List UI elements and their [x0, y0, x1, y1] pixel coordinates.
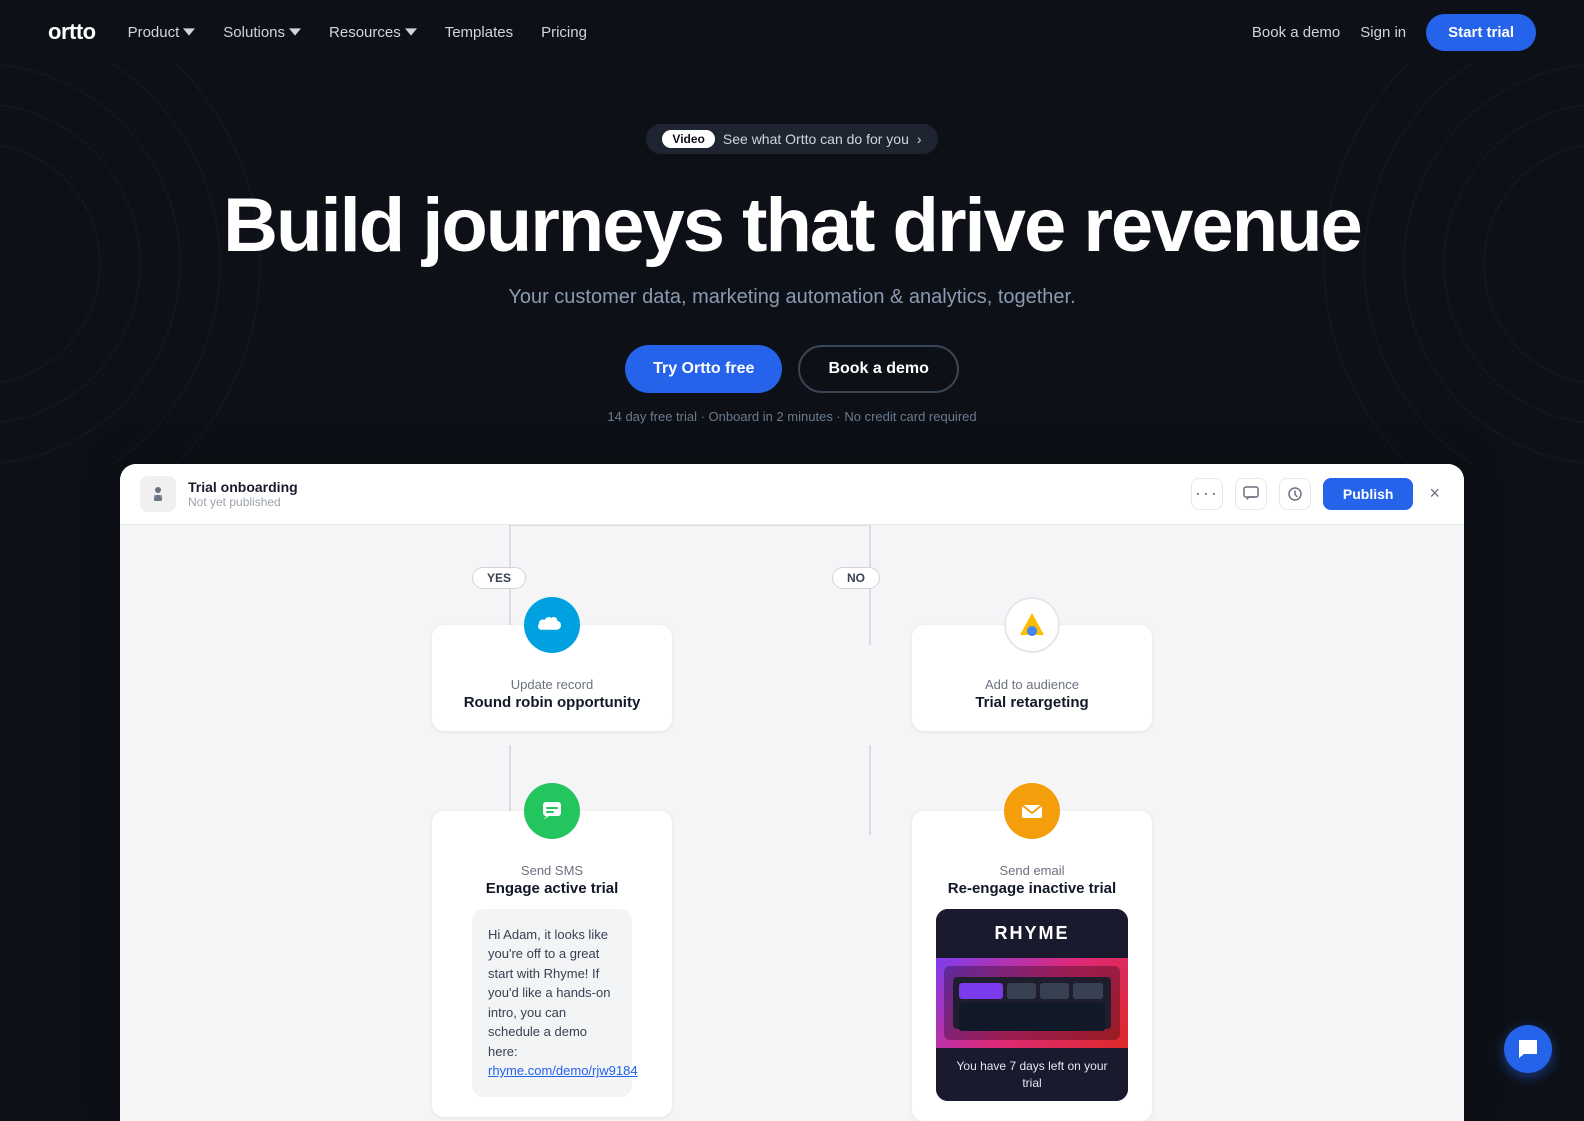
panel-header: Trial onboarding Not yet published ··· [120, 464, 1464, 525]
email-icon-wrap [1004, 783, 1060, 839]
sms-preview-text: Hi Adam, it looks like you're off to a g… [488, 927, 610, 1059]
comment-button[interactable] [1235, 478, 1267, 510]
google-ads-icon [1016, 609, 1048, 641]
journey-icon [148, 484, 168, 504]
flow-node-update-record: Update record Round robin opportunity [432, 625, 672, 731]
node-name: Engage active trial [456, 880, 648, 897]
node-name: Round robin opportunity [456, 694, 648, 711]
node-action-label: Send SMS [456, 863, 648, 878]
flow-node-send-sms: Send SMS Engage active trial Hi Adam, it… [432, 811, 672, 1121]
sign-in-link[interactable]: Sign in [1360, 24, 1406, 41]
video-badge-label: Video [662, 130, 714, 148]
node-name: Trial retargeting [936, 694, 1128, 711]
node-card-inner: Send SMS Engage active trial [456, 831, 648, 897]
journey-panel: Trial onboarding Not yet published ··· [120, 464, 1464, 1121]
flow-canvas: YES NO Update record Round robin opportu… [120, 525, 1464, 1121]
google-ads-icon-wrap [1004, 597, 1060, 653]
book-demo-link[interactable]: Book a demo [1252, 24, 1340, 41]
video-badge[interactable]: Video See what Ortto can do for you › [646, 124, 937, 154]
nav-link-pricing[interactable]: Pricing [541, 24, 587, 41]
branch-yes-label: YES [472, 567, 526, 589]
start-trial-button[interactable]: Start trial [1426, 14, 1536, 51]
panel-title: Trial onboarding [188, 479, 298, 495]
chat-button[interactable] [1504, 1025, 1552, 1073]
node-card-update-record[interactable]: Update record Round robin opportunity [432, 625, 672, 731]
sms-icon [539, 798, 565, 824]
flow-node-add-audience: Add to audience Trial retargeting [912, 625, 1152, 731]
panel-status: Not yet published [188, 495, 298, 509]
hero-section: Video See what Ortto can do for you › Bu… [0, 64, 1584, 464]
email-preview-brand: RHYME [936, 909, 1128, 958]
nav-right: Book a demo Sign in Start trial [1252, 14, 1536, 51]
panel-header-right: ··· Publish × [1191, 478, 1444, 510]
sms-preview-link[interactable]: rhyme.com/demo/rjw9184 [488, 1063, 638, 1078]
nav-link-resources[interactable]: Resources [329, 24, 417, 41]
panel-icon [140, 476, 176, 512]
more-options-button[interactable]: ··· [1191, 478, 1223, 510]
nav-link-product[interactable]: Product [128, 24, 196, 41]
panel-title-group: Trial onboarding Not yet published [188, 479, 298, 509]
chevron-down-icon [183, 26, 195, 38]
salesforce-icon-wrap [524, 597, 580, 653]
panel-header-left: Trial onboarding Not yet published [140, 476, 298, 512]
nav-left: ortto Product Solutions Resources Templa… [48, 19, 587, 45]
history-button[interactable] [1279, 478, 1311, 510]
email-preview-content: You have 7 days left on your trial [936, 1048, 1128, 1102]
chat-icon [1517, 1038, 1539, 1060]
node-card-inner: Add to audience Trial retargeting [936, 645, 1128, 711]
node-card-inner: Update record Round robin opportunity [456, 645, 648, 711]
email-preview-image [936, 958, 1128, 1048]
try-ortto-button[interactable]: Try Ortto free [625, 345, 782, 393]
email-preview: RHYME [936, 909, 1128, 1102]
arrow-icon: › [917, 131, 922, 147]
sms-preview: Hi Adam, it looks like you're off to a g… [472, 909, 632, 1097]
node-card-inner: Send email Re-engage inactive trial [936, 831, 1128, 897]
node-card-add-audience[interactable]: Add to audience Trial retargeting [912, 625, 1152, 731]
branch-no-label: NO [832, 567, 880, 589]
flow-row-1: Update record Round robin opportunity [180, 545, 1404, 731]
history-icon [1287, 486, 1303, 502]
salesforce-icon [537, 613, 567, 637]
dots-icon: ··· [1195, 483, 1219, 504]
hero-buttons: Try Ortto free Book a demo [20, 345, 1564, 393]
nav-link-templates[interactable]: Templates [445, 24, 513, 41]
video-badge-text: See what Ortto can do for you [723, 131, 909, 147]
publish-button[interactable]: Publish [1323, 478, 1414, 510]
hero-footnote: 14 day free trial · Onboard in 2 minutes… [20, 409, 1564, 424]
flow-row-2: Send SMS Engage active trial Hi Adam, it… [180, 731, 1404, 1121]
book-demo-button[interactable]: Book a demo [798, 345, 958, 393]
node-name: Re-engage inactive trial [936, 880, 1128, 897]
chevron-down-icon [289, 26, 301, 38]
hero-subtitle: Your customer data, marketing automation… [20, 286, 1564, 309]
logo: ortto [48, 19, 96, 45]
hero-title: Build journeys that drive revenue [20, 186, 1564, 266]
sms-icon-wrap [524, 783, 580, 839]
node-action-label: Add to audience [936, 677, 1128, 692]
close-button[interactable]: × [1425, 479, 1444, 508]
node-action-label: Update record [456, 677, 648, 692]
flow-node-send-email: Send email Re-engage inactive trial RHYM… [912, 811, 1152, 1121]
nav-links: Product Solutions Resources Templates Pr… [128, 24, 587, 41]
node-action-label: Send email [936, 863, 1128, 878]
email-icon [1019, 798, 1045, 824]
nav-link-solutions[interactable]: Solutions [223, 24, 301, 41]
node-card-send-sms[interactable]: Send SMS Engage active trial Hi Adam, it… [432, 811, 672, 1117]
comment-icon [1243, 486, 1259, 502]
navbar: ortto Product Solutions Resources Templa… [0, 0, 1584, 64]
chevron-down-icon [405, 26, 417, 38]
node-card-send-email[interactable]: Send email Re-engage inactive trial RHYM… [912, 811, 1152, 1121]
